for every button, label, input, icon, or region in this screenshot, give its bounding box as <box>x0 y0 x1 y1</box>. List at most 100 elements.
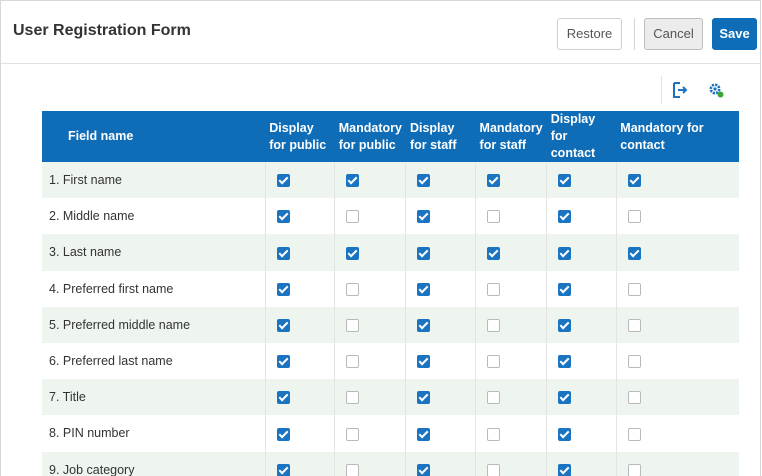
display-staff-checkbox[interactable] <box>417 427 431 441</box>
page-header: User Registration Form Restore Cancel Sa… <box>1 1 760 64</box>
header-divider <box>634 18 635 50</box>
mandatory-contact-checkbox[interactable] <box>627 210 641 224</box>
mandatory-staff-checkbox[interactable] <box>487 355 501 369</box>
mandatory-staff-checkbox[interactable] <box>487 427 501 441</box>
display-staff-checkbox[interactable] <box>417 210 431 224</box>
checkbox-cell <box>265 198 336 235</box>
mandatory-public-checkbox[interactable] <box>346 391 360 405</box>
table-row: 6. Preferred last name <box>42 342 739 380</box>
display-contact-checkbox[interactable] <box>558 246 572 260</box>
display-public-checkbox[interactable] <box>276 355 290 369</box>
mandatory-public-checkbox[interactable] <box>346 210 360 224</box>
column-header-mandatory-staff: Mandatory for staff <box>479 120 543 152</box>
display-public-checkbox[interactable] <box>276 282 290 296</box>
display-staff-checkbox[interactable] <box>417 318 431 332</box>
mandatory-contact-checkbox[interactable] <box>627 246 641 260</box>
display-public-checkbox[interactable] <box>276 391 290 405</box>
checkbox-cell <box>265 415 336 452</box>
mandatory-public-checkbox[interactable] <box>346 355 360 369</box>
registration-fields-table: Field name Display for public Mandatory … <box>42 111 739 476</box>
checkbox-cell <box>265 270 336 307</box>
mandatory-staff-checkbox[interactable] <box>487 391 501 405</box>
checkbox-cell <box>265 451 336 476</box>
table-header-row: Field name Display for public Mandatory … <box>42 111 739 162</box>
display-public-checkbox[interactable] <box>276 427 290 441</box>
mandatory-public-checkbox[interactable] <box>346 174 360 188</box>
mandatory-staff-checkbox[interactable] <box>487 174 501 188</box>
table-body: 1. First name 2. Middle name 3. Last name 4… <box>42 162 739 476</box>
checkbox-cell <box>616 452 739 476</box>
table-row: 7. Title <box>42 379 739 416</box>
save-button[interactable]: Save <box>712 18 757 50</box>
mandatory-contact-checkbox[interactable] <box>627 318 641 332</box>
field-name-cell: 1. First name <box>42 162 266 199</box>
checkbox-cell <box>405 198 477 235</box>
checkbox-cell <box>616 234 739 270</box>
display-public-checkbox[interactable] <box>276 174 290 188</box>
table-row: 4. Preferred first name <box>42 270 739 307</box>
checkbox-cell <box>265 306 336 343</box>
checkbox-cell <box>405 451 477 476</box>
mandatory-staff-checkbox[interactable] <box>487 210 501 224</box>
mandatory-staff-checkbox[interactable] <box>487 282 501 296</box>
mandatory-public-checkbox[interactable] <box>346 318 360 332</box>
checkbox-cell <box>616 379 739 415</box>
gear-icon[interactable] <box>707 81 725 99</box>
checkbox-cell <box>405 342 477 380</box>
field-name-cell: 7. Title <box>42 379 266 416</box>
checkbox-cell <box>334 415 407 452</box>
display-staff-checkbox[interactable] <box>417 246 431 260</box>
mandatory-contact-checkbox[interactable] <box>627 174 641 188</box>
display-contact-checkbox[interactable] <box>558 210 572 224</box>
display-contact-checkbox[interactable] <box>558 463 572 476</box>
checkbox-cell <box>265 234 336 271</box>
mandatory-contact-checkbox[interactable] <box>627 355 641 369</box>
field-name-cell: 6. Preferred last name <box>42 342 266 380</box>
display-contact-checkbox[interactable] <box>558 282 572 296</box>
display-contact-checkbox[interactable] <box>558 318 572 332</box>
checkbox-cell <box>334 342 407 380</box>
mandatory-contact-checkbox[interactable] <box>627 427 641 441</box>
checkbox-cell <box>405 162 477 199</box>
display-public-checkbox[interactable] <box>276 210 290 224</box>
mandatory-public-checkbox[interactable] <box>346 282 360 296</box>
restore-button[interactable]: Restore <box>557 18 622 50</box>
display-staff-checkbox[interactable] <box>417 282 431 296</box>
display-staff-checkbox[interactable] <box>417 463 431 476</box>
display-contact-checkbox[interactable] <box>558 355 572 369</box>
display-staff-checkbox[interactable] <box>417 174 431 188</box>
display-public-checkbox[interactable] <box>276 318 290 332</box>
mandatory-contact-checkbox[interactable] <box>627 391 641 405</box>
display-contact-checkbox[interactable] <box>558 174 572 188</box>
checkbox-cell <box>546 306 617 343</box>
checkbox-cell <box>546 270 617 307</box>
registration-form-page: User Registration Form Restore Cancel Sa… <box>0 0 761 476</box>
checkbox-cell <box>334 451 407 476</box>
mandatory-public-checkbox[interactable] <box>346 427 360 441</box>
checkbox-cell <box>475 198 548 235</box>
checkbox-cell <box>616 162 739 198</box>
display-staff-checkbox[interactable] <box>417 391 431 405</box>
mandatory-contact-checkbox[interactable] <box>627 282 641 296</box>
display-public-checkbox[interactable] <box>276 463 290 476</box>
display-contact-checkbox[interactable] <box>558 391 572 405</box>
checkbox-cell <box>546 451 617 476</box>
display-contact-checkbox[interactable] <box>558 427 572 441</box>
mandatory-public-checkbox[interactable] <box>346 246 360 260</box>
checkbox-cell <box>265 162 336 199</box>
export-icon[interactable] <box>671 81 689 99</box>
cancel-button[interactable]: Cancel <box>644 18 703 50</box>
display-staff-checkbox[interactable] <box>417 355 431 369</box>
toolbar-divider <box>661 76 662 104</box>
checkbox-cell <box>475 415 548 452</box>
mandatory-contact-checkbox[interactable] <box>627 463 641 476</box>
checkbox-cell <box>265 379 336 416</box>
mandatory-staff-checkbox[interactable] <box>487 246 501 260</box>
display-public-checkbox[interactable] <box>276 246 290 260</box>
mandatory-public-checkbox[interactable] <box>346 463 360 476</box>
checkbox-cell <box>475 234 548 271</box>
checkbox-cell <box>546 379 617 416</box>
mandatory-staff-checkbox[interactable] <box>487 463 501 476</box>
column-header-field-name: Field name <box>68 129 134 143</box>
mandatory-staff-checkbox[interactable] <box>487 318 501 332</box>
